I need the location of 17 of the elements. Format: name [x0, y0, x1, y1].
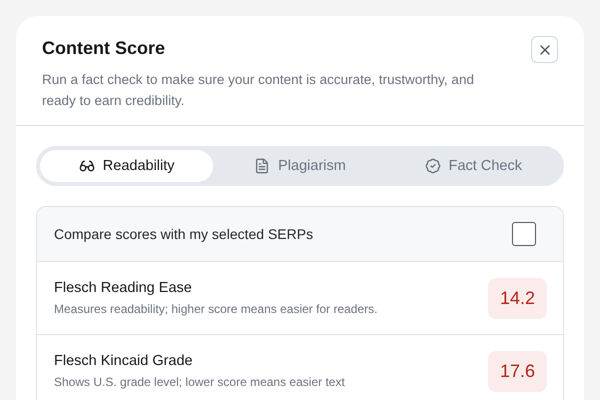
compare-checkbox[interactable] — [512, 222, 536, 246]
badge-check-icon — [424, 158, 441, 174]
close-button[interactable] — [531, 36, 558, 63]
dialog-title: Content Score — [42, 38, 166, 59]
metric-description: Shows U.S. grade level; lower score means easier text — [54, 375, 345, 389]
tab[interactable]: Readability — [40, 150, 214, 182]
metric-score: 17.6 — [488, 350, 547, 392]
glasses-icon — [78, 158, 95, 174]
metric-name: Flesch Kincaid Grade — [54, 353, 194, 369]
tab[interactable]: Plagiarism — [213, 150, 387, 182]
metric-name: Flesch Reading Ease — [54, 280, 193, 296]
dialog-description: Run a fact check to make sure your content is accurate, trustworthy, and ready to earn credibility. — [42, 71, 475, 110]
document-icon — [254, 158, 270, 174]
compare-label: Compare scores with my selected SERPs — [54, 226, 314, 242]
metric-score: 14.2 — [488, 278, 547, 318]
tab[interactable]: Fact Check — [386, 150, 560, 182]
metric-description: Measures readability; higher score means easier for readers. — [54, 302, 378, 316]
